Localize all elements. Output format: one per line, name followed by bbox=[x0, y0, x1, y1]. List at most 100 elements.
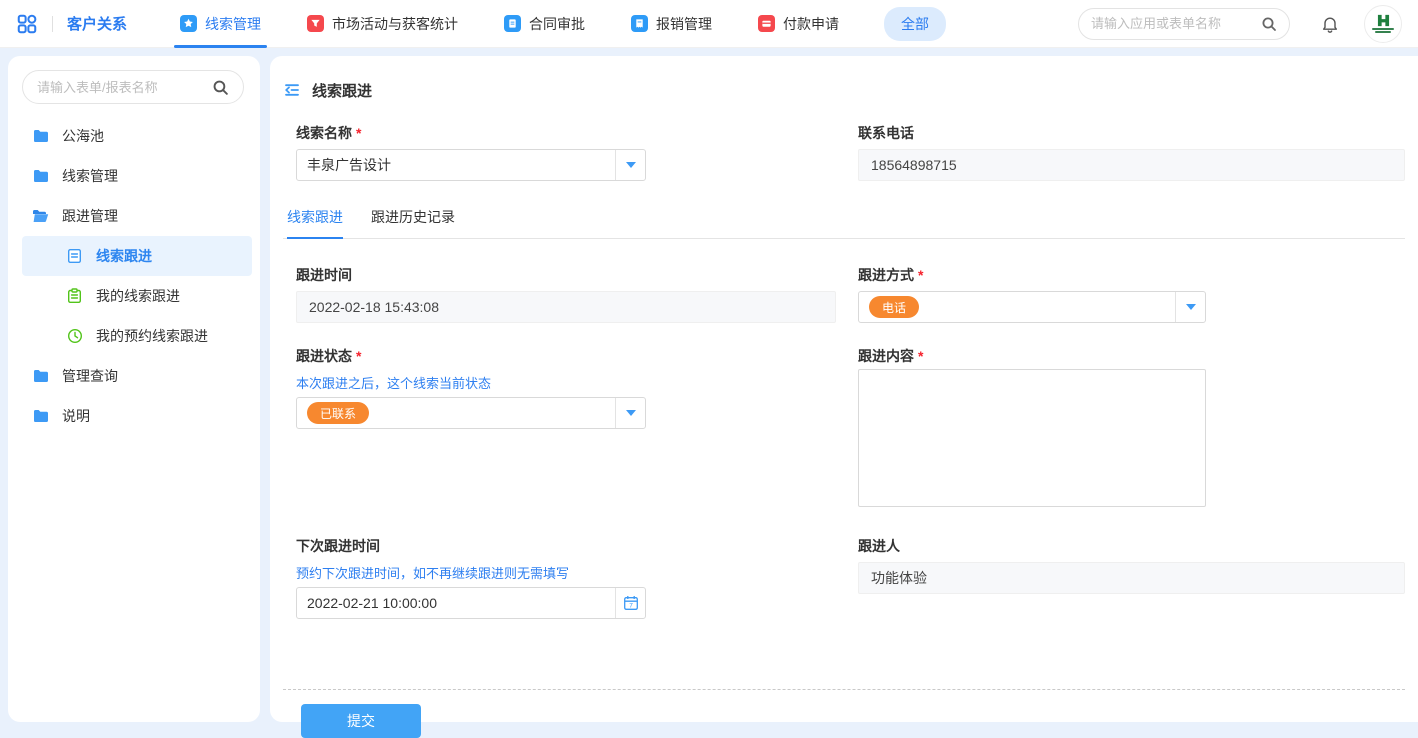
sidebar-item-label: 跟进管理 bbox=[62, 206, 118, 226]
calendar-icon: 7 bbox=[623, 595, 639, 611]
chevron-down-icon bbox=[1186, 304, 1196, 310]
form-footer-divider bbox=[283, 689, 1405, 690]
sidebar-item-label: 说明 bbox=[62, 406, 90, 426]
nav-tab-marketing-stats[interactable]: 市场活动与获客统计 bbox=[307, 0, 458, 48]
calendar-picker-box[interactable]: 7 bbox=[615, 588, 645, 618]
search-icon bbox=[212, 79, 229, 96]
collapse-back-icon[interactable] bbox=[283, 82, 301, 98]
clock-icon bbox=[66, 328, 83, 344]
search-icon bbox=[1261, 16, 1277, 32]
document-icon bbox=[66, 248, 83, 264]
required-mark: * bbox=[356, 348, 361, 364]
followup-method-select[interactable]: 电话 bbox=[858, 291, 1206, 323]
tab-lead-followup[interactable]: 线索跟进 bbox=[287, 207, 343, 239]
field-followup-content: 跟进内容* bbox=[858, 346, 1405, 512]
folder-icon bbox=[32, 169, 49, 183]
global-search-input[interactable] bbox=[1091, 16, 1253, 31]
followup-method-tag: 电话 bbox=[869, 296, 919, 318]
next-followup-time-value: 2022-02-21 10:00:00 bbox=[297, 588, 615, 618]
field-followup-status: 跟进状态* 本次跟进之后，这个线索当前状态 已联系 bbox=[296, 346, 846, 512]
dropdown-arrow-box[interactable] bbox=[1175, 292, 1205, 322]
submit-button[interactable]: 提交 bbox=[301, 704, 421, 738]
app-title[interactable]: 客户关系 bbox=[67, 13, 127, 34]
field-lead-name: 线索名称* 丰泉广告设计 bbox=[296, 123, 846, 181]
tab-followup-history[interactable]: 跟进历史记录 bbox=[371, 207, 455, 238]
chevron-down-icon bbox=[626, 162, 636, 168]
followup-status-select[interactable]: 已联系 bbox=[296, 397, 646, 429]
nav-tab-reimbursement[interactable]: 报销管理 bbox=[631, 0, 712, 48]
document-app-icon bbox=[504, 15, 521, 32]
folder-icon bbox=[32, 369, 49, 383]
sidebar-menu: 公海池 线索管理 跟进管理 线索跟进 bbox=[22, 116, 252, 436]
all-apps-pill[interactable]: 全部 bbox=[884, 7, 946, 41]
field-next-followup-time: 下次跟进时间 预约下次跟进时间，如不再继续跟进则无需填写 2022-02-21 … bbox=[296, 536, 846, 619]
sidebar-item-label: 我的预约线索跟进 bbox=[96, 326, 208, 346]
sidebar-item-my-lead-followup[interactable]: 我的线索跟进 bbox=[22, 276, 252, 316]
sidebar-item-management-query[interactable]: 管理查询 bbox=[22, 356, 252, 396]
folder-icon bbox=[32, 129, 49, 143]
sidebar-item-lead-followup[interactable]: 线索跟进 bbox=[22, 236, 252, 276]
funnel-app-icon bbox=[307, 15, 324, 32]
follower-label: 跟进人 bbox=[858, 536, 1405, 556]
follower-value: 功能体验 bbox=[858, 562, 1405, 594]
followup-content-label: 跟进内容 bbox=[858, 348, 914, 364]
contact-phone-value: 18564898715 bbox=[858, 149, 1405, 181]
nav-right-group bbox=[1078, 5, 1402, 43]
followup-content-textarea[interactable] bbox=[858, 369, 1206, 507]
sidebar-item-label: 公海池 bbox=[62, 126, 104, 146]
followup-time-label: 跟进时间 bbox=[296, 265, 846, 285]
sidebar: 公海池 线索管理 跟进管理 线索跟进 bbox=[8, 56, 260, 722]
folder-icon bbox=[32, 409, 49, 423]
sidebar-item-instructions[interactable]: 说明 bbox=[22, 396, 252, 436]
field-followup-time: 跟进时间 2022-02-18 15:43:08 bbox=[296, 265, 846, 323]
field-follower: 跟进人 功能体验 bbox=[858, 536, 1405, 619]
required-mark: * bbox=[918, 267, 923, 283]
clipboard-icon bbox=[66, 288, 83, 304]
sidebar-item-lead-management[interactable]: 线索管理 bbox=[22, 156, 252, 196]
nav-tab-lead-management[interactable]: 线索管理 bbox=[180, 0, 261, 48]
next-followup-time-input[interactable]: 2022-02-21 10:00:00 7 bbox=[296, 587, 646, 619]
sidebar-item-label: 线索管理 bbox=[62, 166, 118, 186]
followup-status-helper: 本次跟进之后，这个线索当前状态 bbox=[296, 375, 846, 392]
required-mark: * bbox=[356, 125, 361, 141]
nav-tab-label: 市场活动与获客统计 bbox=[332, 14, 458, 34]
sidebar-item-public-pool[interactable]: 公海池 bbox=[22, 116, 252, 156]
org-logo-text bbox=[1375, 31, 1391, 33]
dropdown-arrow-box[interactable] bbox=[615, 150, 645, 180]
user-avatar[interactable] bbox=[1364, 5, 1402, 43]
lead-name-label: 线索名称 bbox=[296, 125, 352, 141]
nav-tab-label: 合同审批 bbox=[529, 14, 585, 34]
receipt-app-icon bbox=[631, 15, 648, 32]
sidebar-item-label: 管理查询 bbox=[62, 366, 118, 386]
folder-open-icon bbox=[32, 209, 49, 223]
followup-status-tag: 已联系 bbox=[307, 402, 369, 424]
dropdown-arrow-box[interactable] bbox=[615, 398, 645, 428]
nav-tab-label: 线索管理 bbox=[205, 14, 261, 34]
contact-phone-label: 联系电话 bbox=[858, 123, 1405, 143]
sidebar-item-followup-management[interactable]: 跟进管理 bbox=[22, 196, 252, 236]
sidebar-search[interactable] bbox=[22, 70, 244, 104]
page-title: 线索跟进 bbox=[312, 80, 372, 101]
followup-time-value: 2022-02-18 15:43:08 bbox=[296, 291, 836, 323]
nav-tab-contract-approval[interactable]: 合同审批 bbox=[504, 0, 585, 48]
sidebar-item-label: 我的线索跟进 bbox=[96, 286, 180, 306]
sidebar-item-my-scheduled-followup[interactable]: 我的预约线索跟进 bbox=[22, 316, 252, 356]
wallet-app-icon bbox=[758, 15, 775, 32]
followup-method-label: 跟进方式 bbox=[858, 267, 914, 283]
chevron-down-icon bbox=[626, 410, 636, 416]
org-logo-text bbox=[1372, 28, 1394, 30]
field-followup-method: 跟进方式* 电话 bbox=[858, 265, 1405, 323]
nav-tab-label: 报销管理 bbox=[656, 14, 712, 34]
main-header: 线索跟进 bbox=[270, 56, 1418, 106]
org-logo-icon bbox=[1376, 14, 1391, 27]
lead-name-select[interactable]: 丰泉广告设计 bbox=[296, 149, 646, 181]
lead-name-value: 丰泉广告设计 bbox=[297, 150, 615, 180]
notification-bell-icon[interactable] bbox=[1320, 14, 1340, 34]
sidebar-search-input[interactable] bbox=[37, 80, 204, 95]
app-grid-icon[interactable] bbox=[16, 13, 38, 35]
global-search[interactable] bbox=[1078, 8, 1290, 40]
next-followup-time-label: 下次跟进时间 bbox=[296, 536, 846, 556]
nav-tab-payment-request[interactable]: 付款申请 bbox=[758, 0, 839, 48]
divider bbox=[52, 16, 53, 32]
top-nav: 客户关系 线索管理 市场活动与获客统计 合同审批 报销管理 付款申请 全部 bbox=[0, 0, 1418, 48]
